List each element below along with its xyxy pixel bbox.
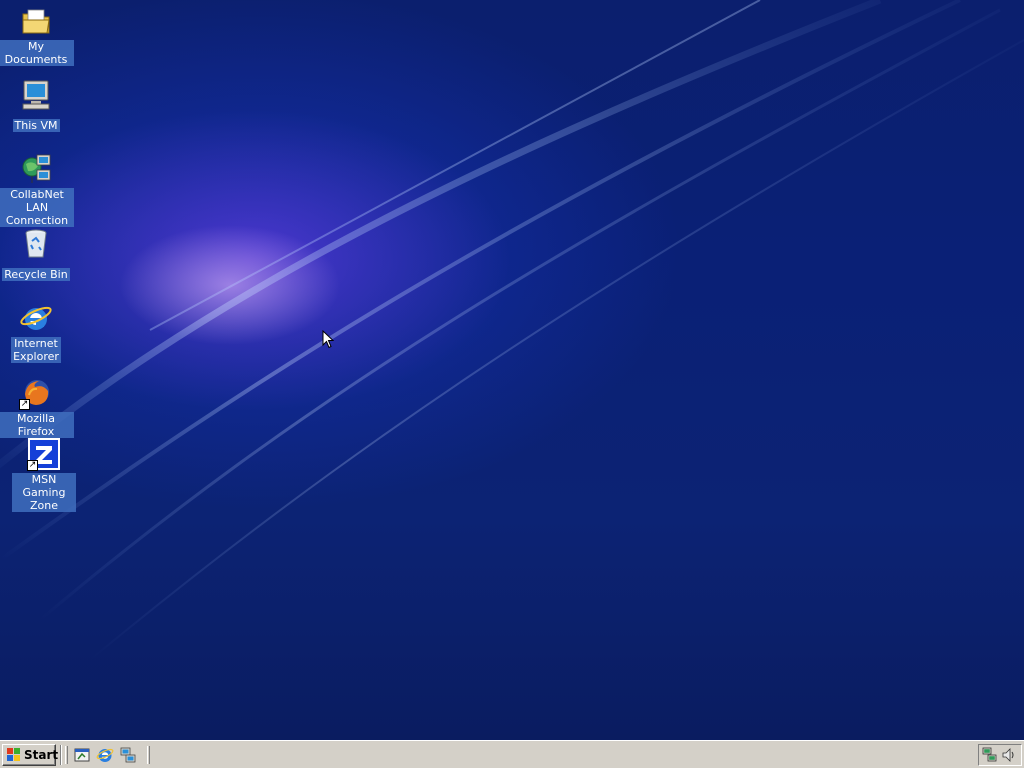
start-button[interactable]: Start — [2, 744, 59, 766]
task-area-grip[interactable] — [147, 746, 150, 764]
tray-network-button[interactable] — [982, 747, 998, 763]
firefox-icon: ↗ — [19, 376, 53, 410]
desktop-icon-label: Mozilla Firefox — [0, 412, 74, 438]
desktop-icon-label: This VM — [12, 119, 60, 132]
network-icon — [20, 152, 54, 186]
quick-launch-internet-explorer[interactable] — [96, 746, 114, 764]
taskbar-separator — [60, 745, 62, 765]
desktop-icon-label: Internet Explorer — [11, 337, 61, 363]
shortcut-arrow-icon: ↗ — [19, 399, 30, 410]
folder-icon — [19, 4, 53, 38]
desktop-icon-label: Recycle Bin — [2, 268, 70, 281]
network-icon — [120, 747, 136, 763]
desktop[interactable]: My Documents This VM CollabNet LAN Conne… — [0, 0, 1024, 740]
wallpaper-swooshes — [0, 0, 1024, 661]
shortcut-arrow-icon: ↗ — [27, 460, 38, 471]
desktop-icon-label: MSN Gaming Zone — [12, 473, 76, 512]
quick-launch-network[interactable] — [119, 746, 137, 764]
system-tray — [978, 744, 1022, 766]
internet-explorer-icon — [96, 748, 114, 762]
desktop-icon-internet-explorer[interactable]: Internet Explorer — [0, 301, 74, 364]
recycle-bin-icon — [19, 227, 53, 261]
desktop-icon-msn-gaming-zone[interactable]: ↗ MSN Gaming Zone — [6, 437, 82, 513]
internet-explorer-icon — [19, 301, 53, 335]
windows-logo-icon — [7, 748, 20, 761]
start-label: Start — [24, 748, 59, 762]
desktop-icon-mozilla-firefox[interactable]: ↗ Mozilla Firefox — [0, 376, 74, 439]
msn-zone-icon: ↗ — [27, 437, 61, 471]
computer-icon — [19, 78, 53, 112]
quick-launch-grip[interactable] — [65, 746, 68, 764]
desktop-icon-collabnet-lan[interactable]: CollabNet LAN Connection — [0, 152, 76, 228]
show-desktop-icon — [74, 748, 90, 762]
desktop-icon-my-documents[interactable]: My Documents — [0, 4, 74, 67]
desktop-icon-recycle-bin[interactable]: Recycle Bin — [0, 227, 74, 282]
desktop-icon-label: CollabNet LAN Connection — [0, 188, 74, 227]
taskbar: Start — [0, 740, 1024, 768]
network-tray-icon — [982, 747, 997, 762]
desktop-icon-label: My Documents — [0, 40, 74, 66]
quick-launch-show-desktop[interactable] — [73, 746, 91, 764]
tray-volume-button[interactable] — [1001, 747, 1017, 763]
desktop-icon-this-vm[interactable]: This VM — [0, 78, 74, 133]
volume-icon — [1002, 748, 1014, 762]
mouse-pointer-icon — [322, 330, 334, 349]
